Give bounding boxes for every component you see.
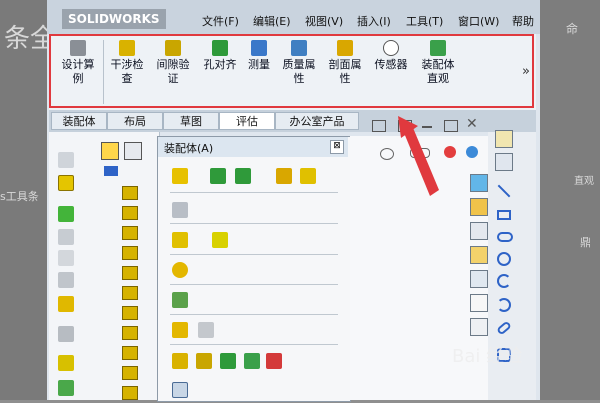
spline-icon[interactable]: [497, 298, 511, 312]
folder-icon[interactable]: [470, 246, 488, 264]
appearances-icon[interactable]: [470, 294, 488, 312]
home-icon[interactable]: [470, 198, 488, 216]
circle-icon[interactable]: [497, 252, 511, 266]
custom-properties-icon[interactable]: [470, 318, 488, 336]
sketch-icon[interactable]: [495, 130, 513, 148]
rectangle-icon[interactable]: [497, 210, 511, 220]
slot-icon[interactable]: [497, 232, 513, 242]
smart-dimension-icon[interactable]: [495, 153, 513, 171]
screen-icon[interactable]: [470, 174, 488, 192]
library-icon[interactable]: [470, 222, 488, 240]
watermark: Bai 经验: [452, 346, 523, 367]
arc-icon[interactable]: [497, 274, 511, 288]
file-explorer-icon[interactable]: [470, 270, 488, 288]
